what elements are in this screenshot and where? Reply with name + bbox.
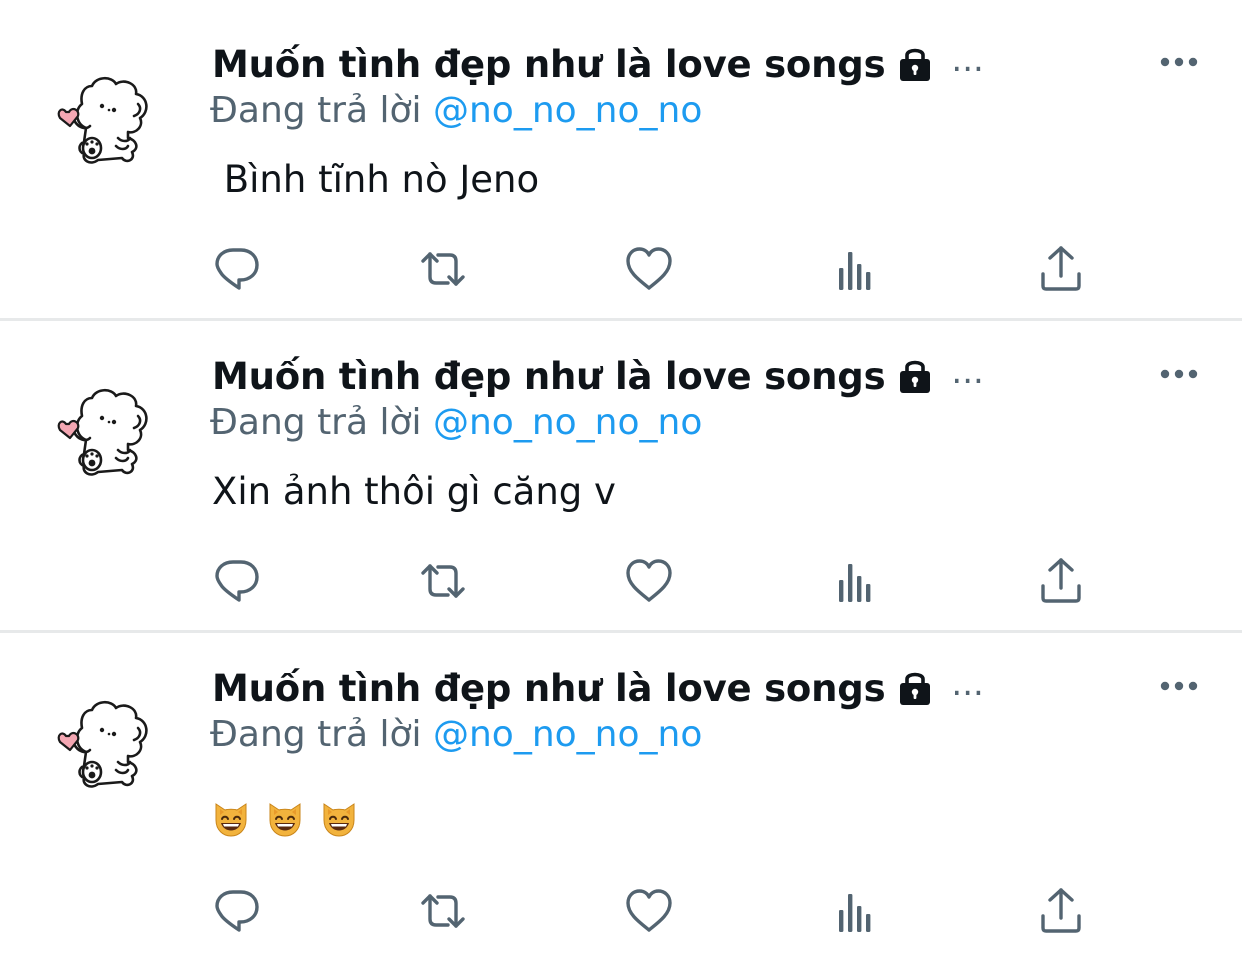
reply-handle-link[interactable]: @no_no_no_no — [433, 402, 702, 443]
retweet-button[interactable] — [416, 242, 470, 296]
replying-to-label: Đang trả lời — [210, 90, 422, 131]
reply-handle-link[interactable]: @no_no_no_no — [433, 714, 702, 755]
avatar[interactable] — [52, 380, 156, 484]
retweet-icon — [418, 244, 468, 294]
like-button[interactable] — [622, 554, 676, 608]
tweet-text: Xin ảnh thôi gì căng v — [212, 470, 616, 513]
author-row: Muốn tình đẹp như là love songs ... — [212, 664, 984, 712]
replying-to: Đang trả lời @no_no_no_no — [210, 402, 702, 448]
retweet-button[interactable] — [416, 554, 470, 608]
share-icon — [1036, 886, 1086, 936]
reply-handle-link[interactable]: @no_no_no_no — [433, 90, 702, 131]
reply-icon — [212, 244, 262, 294]
tweet-item[interactable]: Muốn tình đẹp như là love songs ... Đang… — [0, 624, 1242, 936]
views-button[interactable] — [829, 886, 883, 940]
display-name[interactable]: Muốn tình đẹp như là love songs — [212, 355, 886, 398]
display-name[interactable]: Muốn tình đẹp như là love songs — [212, 667, 886, 710]
tweet-emoji-text — [212, 800, 358, 838]
name-overflow-ellipsis: ... — [951, 352, 984, 392]
lock-icon — [895, 356, 935, 396]
name-overflow-ellipsis: ... — [951, 40, 984, 80]
like-button[interactable] — [622, 242, 676, 296]
reply-icon — [212, 556, 262, 606]
tweet-item[interactable]: Muốn tình đẹp như là love songs ... Đang… — [0, 0, 1242, 312]
share-button[interactable] — [1034, 554, 1088, 608]
retweet-icon — [418, 556, 468, 606]
tweet-text: Bình tĩnh nò Jeno — [212, 158, 540, 201]
reply-button[interactable] — [210, 554, 264, 608]
more-icon[interactable] — [1156, 47, 1202, 77]
analytics-icon — [831, 558, 881, 608]
reply-icon — [212, 886, 262, 936]
more-icon[interactable] — [1156, 671, 1202, 701]
share-icon — [1036, 556, 1086, 606]
share-icon — [1036, 244, 1086, 294]
retweet-icon — [418, 886, 468, 936]
replying-to: Đang trả lời @no_no_no_no — [210, 90, 702, 136]
author-row: Muốn tình đẹp như là love songs ... — [212, 352, 984, 400]
lock-icon — [895, 44, 935, 84]
smiling-cat-emoji — [212, 800, 250, 838]
display-name[interactable]: Muốn tình đẹp như là love songs — [212, 43, 886, 86]
lock-icon — [895, 668, 935, 708]
replying-to-label: Đang trả lời — [210, 714, 422, 755]
heart-icon — [624, 244, 674, 294]
like-button[interactable] — [622, 884, 676, 938]
name-overflow-ellipsis: ... — [951, 664, 984, 704]
smiling-cat-emoji — [266, 800, 304, 838]
retweet-button[interactable] — [416, 884, 470, 938]
reply-button[interactable] — [210, 884, 264, 938]
smiling-cat-emoji — [320, 800, 358, 838]
replying-to-label: Đang trả lời — [210, 402, 422, 443]
analytics-icon — [831, 888, 881, 938]
share-button[interactable] — [1034, 884, 1088, 938]
avatar[interactable] — [52, 692, 156, 796]
more-icon[interactable] — [1156, 359, 1202, 389]
views-button[interactable] — [829, 556, 883, 610]
author-row: Muốn tình đẹp như là love songs ... — [212, 40, 984, 88]
share-button[interactable] — [1034, 242, 1088, 296]
heart-icon — [624, 886, 674, 936]
reply-button[interactable] — [210, 242, 264, 296]
analytics-icon — [831, 246, 881, 296]
heart-icon — [624, 556, 674, 606]
views-button[interactable] — [829, 244, 883, 298]
tweet-item[interactable]: Muốn tình đẹp như là love songs ... Đang… — [0, 312, 1242, 624]
replying-to: Đang trả lời @no_no_no_no — [210, 714, 702, 760]
avatar[interactable] — [52, 68, 156, 172]
